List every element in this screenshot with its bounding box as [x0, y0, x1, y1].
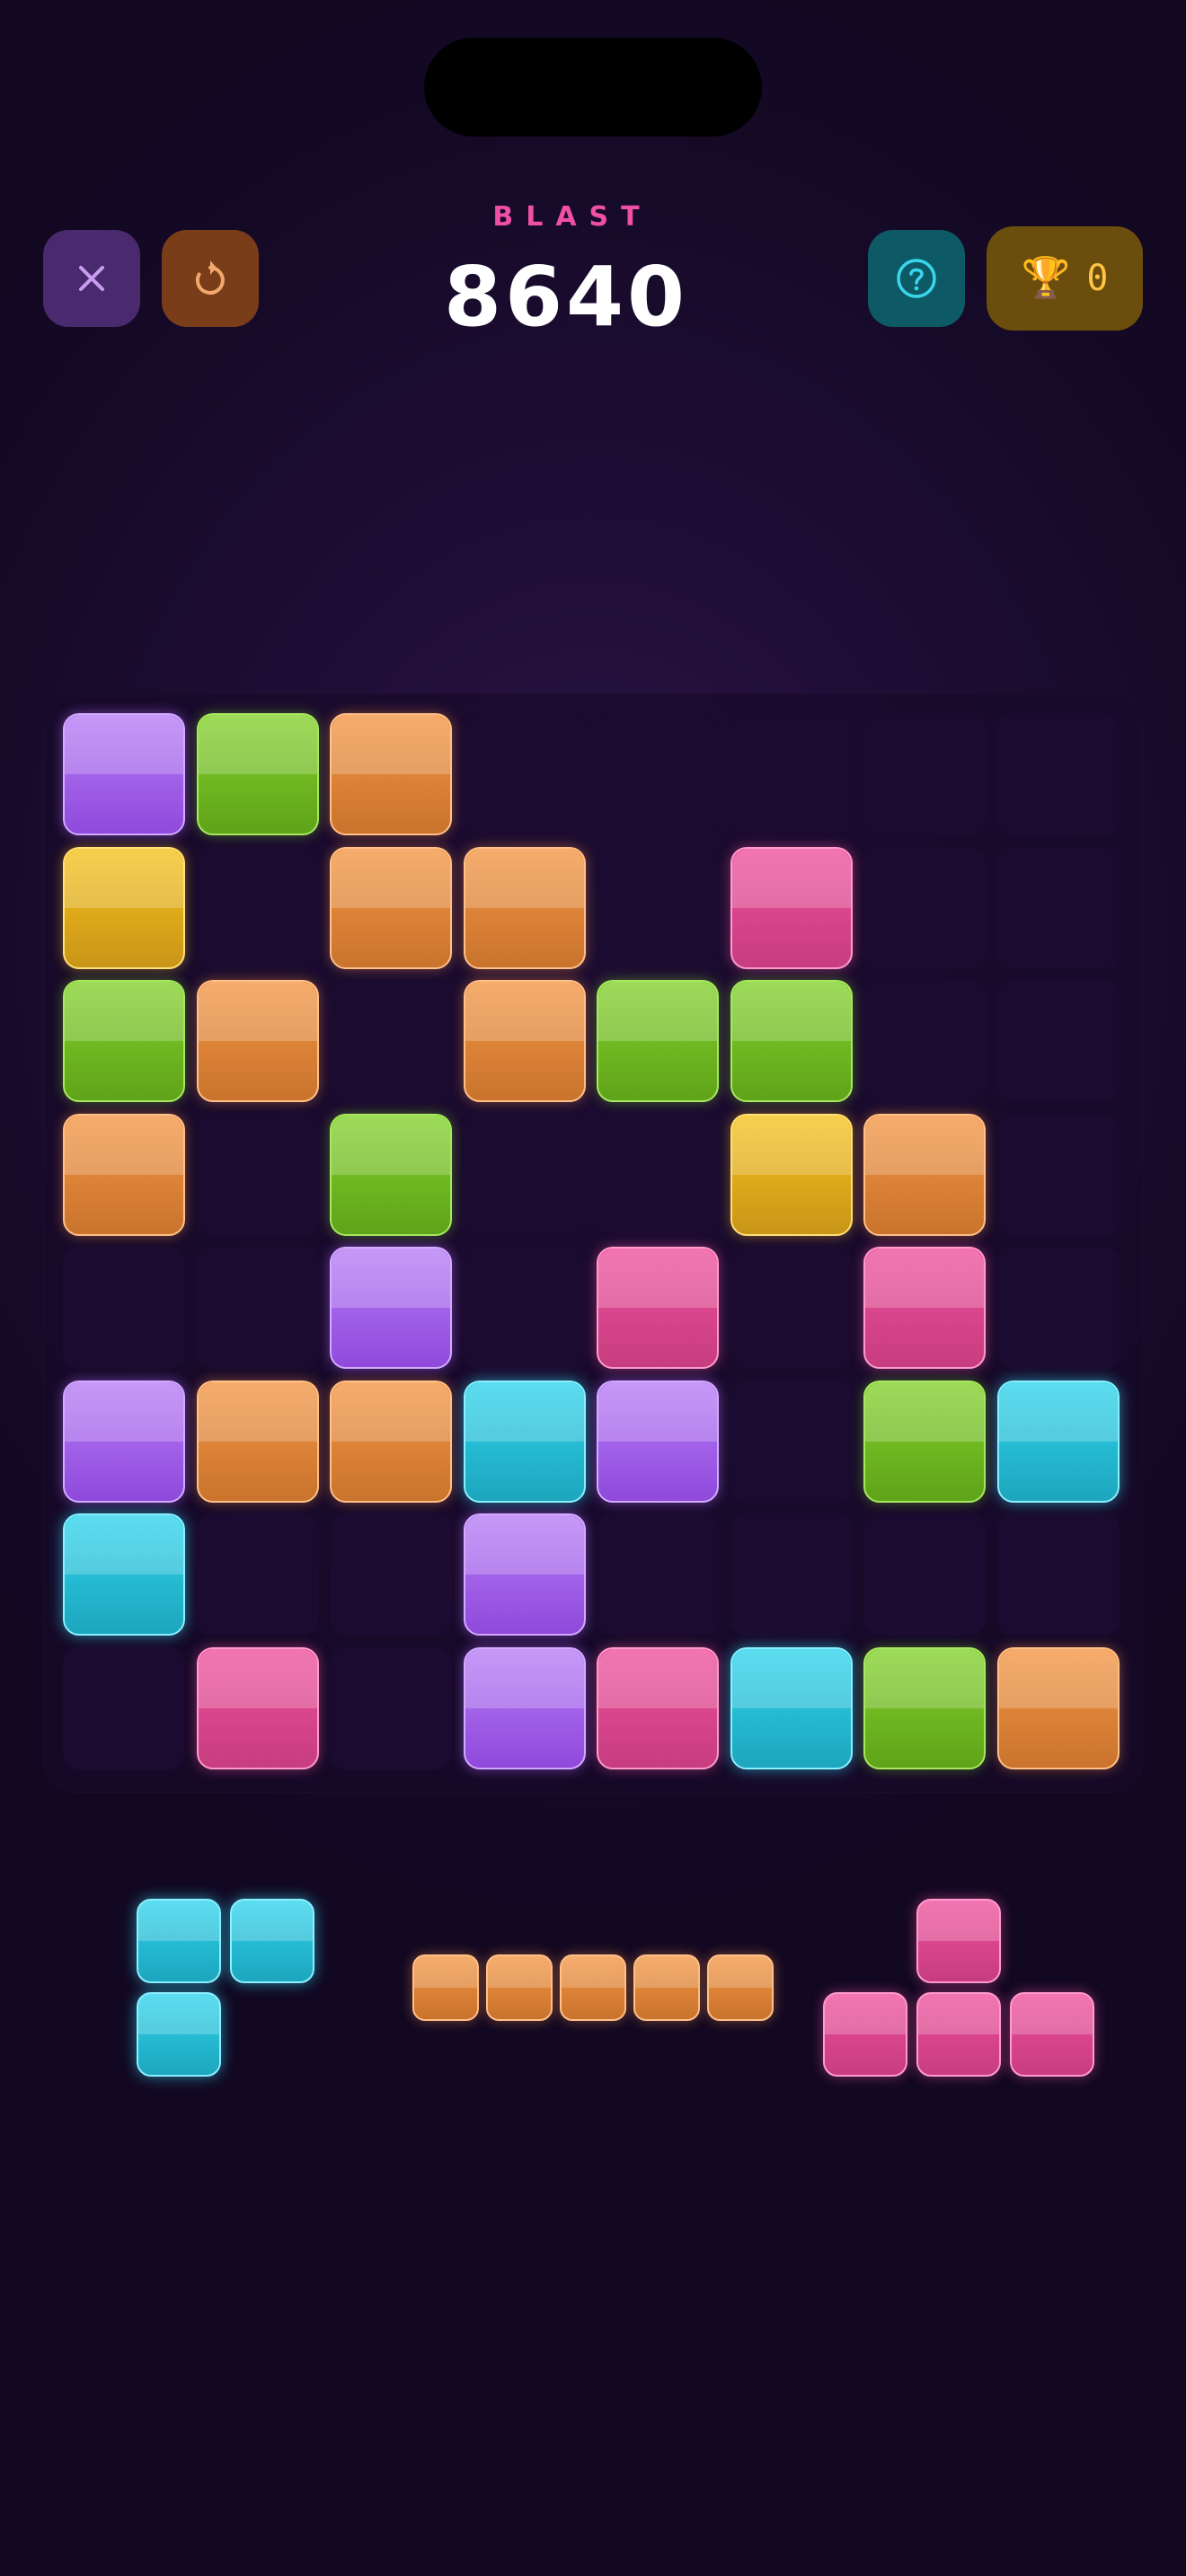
- piece-block-orange[interactable]: [560, 1954, 626, 2021]
- board-cell-empty[interactable]: [463, 1247, 586, 1369]
- board-block-pink[interactable]: [730, 846, 853, 969]
- board-block-green[interactable]: [863, 1380, 986, 1503]
- board-cell-empty[interactable]: [63, 1247, 185, 1369]
- board-block-orange[interactable]: [196, 980, 319, 1102]
- board-block-orange[interactable]: [463, 980, 586, 1102]
- help-button[interactable]: [868, 230, 965, 327]
- board-cell-empty[interactable]: [597, 713, 719, 835]
- board-cell-empty[interactable]: [996, 846, 1120, 969]
- board-cell-empty[interactable]: [996, 1247, 1120, 1369]
- board-block-purple[interactable]: [63, 1380, 185, 1503]
- dynamic-island: [424, 38, 762, 137]
- board-block-pink[interactable]: [196, 1646, 319, 1769]
- board-cell-empty[interactable]: [730, 1380, 853, 1503]
- board-block-purple[interactable]: [330, 1247, 452, 1369]
- board-cell-empty[interactable]: [196, 1113, 319, 1236]
- board-cell-empty[interactable]: [63, 1646, 185, 1769]
- board-block-orange[interactable]: [196, 1380, 319, 1503]
- board-block-orange[interactable]: [330, 1380, 452, 1503]
- board-cell-empty[interactable]: [863, 846, 986, 969]
- board-cell-empty[interactable]: [996, 1513, 1120, 1636]
- board-cell-empty[interactable]: [730, 1513, 853, 1636]
- board-block-green[interactable]: [730, 980, 853, 1102]
- board-cell-empty[interactable]: [597, 1113, 719, 1236]
- board-block-pink[interactable]: [597, 1247, 719, 1369]
- board-block-orange[interactable]: [996, 1646, 1120, 1769]
- board-cell-empty[interactable]: [196, 846, 319, 969]
- board-cell-empty[interactable]: [330, 980, 452, 1102]
- board-block-purple[interactable]: [463, 1646, 586, 1769]
- trophy-count: 0: [1086, 258, 1109, 299]
- game-board: [43, 693, 1143, 1793]
- close-icon: [79, 266, 104, 291]
- board-block-green[interactable]: [63, 980, 185, 1102]
- board-block-yellow[interactable]: [63, 846, 185, 969]
- board-cell-empty[interactable]: [730, 713, 853, 835]
- board-block-cyan[interactable]: [63, 1513, 185, 1636]
- board-block-pink[interactable]: [597, 1646, 719, 1769]
- restart-button[interactable]: [162, 230, 259, 327]
- piece-block-orange[interactable]: [633, 1954, 700, 2021]
- board-block-green[interactable]: [330, 1113, 452, 1236]
- board-cell-empty[interactable]: [196, 1247, 319, 1369]
- board-block-green[interactable]: [597, 980, 719, 1102]
- board-cell-empty[interactable]: [597, 846, 719, 969]
- board-cell-empty[interactable]: [597, 1513, 719, 1636]
- board-block-cyan[interactable]: [996, 1380, 1120, 1503]
- board-block-green[interactable]: [196, 713, 319, 835]
- board-block-orange[interactable]: [463, 846, 586, 969]
- board-block-purple[interactable]: [597, 1380, 719, 1503]
- piece-block-pink[interactable]: [916, 1992, 1001, 2077]
- board-block-pink[interactable]: [863, 1247, 986, 1369]
- board-cell-empty[interactable]: [730, 1247, 853, 1369]
- board-block-green[interactable]: [863, 1646, 986, 1769]
- board-cell-empty[interactable]: [863, 1513, 986, 1636]
- piece-block-cyan[interactable]: [230, 1899, 314, 1983]
- piece-block-orange[interactable]: [412, 1954, 479, 2021]
- game-title: BLAST: [492, 201, 652, 233]
- piece-block-orange[interactable]: [486, 1954, 553, 2021]
- score-display: 8640: [443, 249, 689, 345]
- board-cell-empty[interactable]: [463, 1113, 586, 1236]
- board-cell-empty[interactable]: [330, 1646, 452, 1769]
- board-cell-empty[interactable]: [863, 980, 986, 1102]
- close-button[interactable]: [43, 230, 140, 327]
- piece-block-pink[interactable]: [1010, 1992, 1094, 2077]
- piece-block-orange[interactable]: [707, 1954, 774, 2021]
- board-cell-empty[interactable]: [463, 713, 586, 835]
- board-block-orange[interactable]: [63, 1113, 185, 1236]
- board-block-purple[interactable]: [63, 713, 185, 835]
- piece-block-cyan[interactable]: [137, 1899, 221, 1983]
- board-cell-empty[interactable]: [196, 1513, 319, 1636]
- restart-icon: [195, 260, 225, 295]
- board-cell-empty[interactable]: [863, 713, 986, 835]
- piece-block-pink[interactable]: [823, 1992, 907, 2077]
- board-block-orange[interactable]: [863, 1113, 986, 1236]
- trophy-button[interactable]: 🏆 0: [987, 226, 1143, 331]
- board-cell-empty[interactable]: [996, 713, 1120, 835]
- board-cell-empty[interactable]: [996, 1113, 1120, 1236]
- board-block-orange[interactable]: [330, 846, 452, 969]
- board-block-cyan[interactable]: [463, 1380, 586, 1503]
- board-block-yellow[interactable]: [730, 1113, 853, 1236]
- help-icon: [897, 259, 936, 298]
- piece-block-cyan[interactable]: [137, 1992, 221, 2077]
- board-block-cyan[interactable]: [730, 1646, 853, 1769]
- board-block-orange[interactable]: [330, 713, 452, 835]
- board-block-purple[interactable]: [463, 1513, 586, 1636]
- board-cell-empty[interactable]: [330, 1513, 452, 1636]
- trophy-icon: 🏆: [1021, 255, 1071, 301]
- board-cell-empty[interactable]: [996, 980, 1120, 1102]
- piece-block-pink[interactable]: [916, 1899, 1001, 1983]
